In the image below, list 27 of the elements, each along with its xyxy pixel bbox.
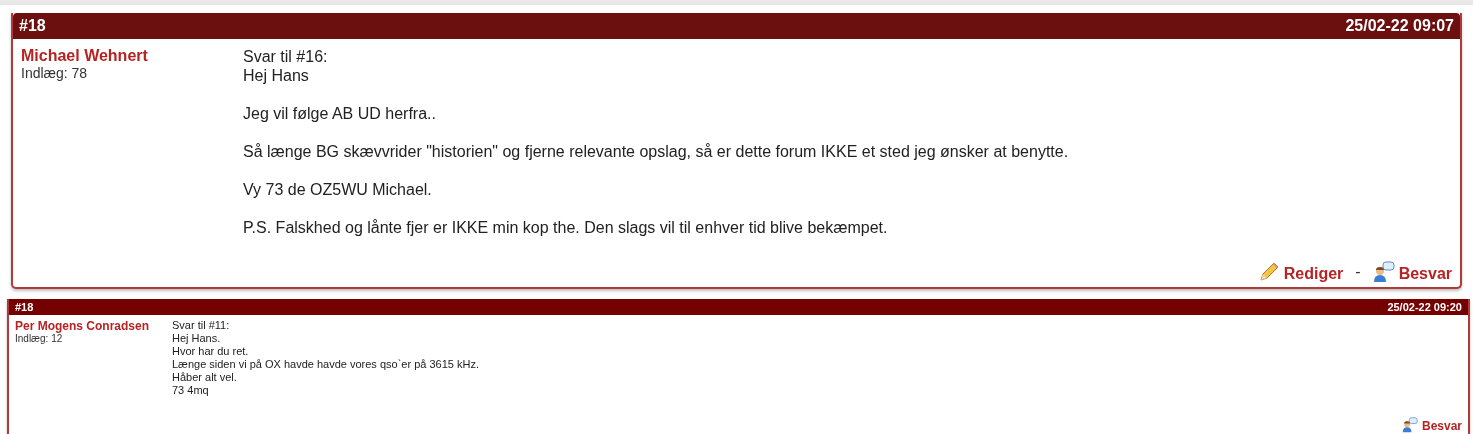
message-line: Håber alt vel.: [172, 371, 237, 384]
message-line: Jeg vil følge AB UD herfra..: [243, 104, 436, 123]
author-name[interactable]: Per Mogens Conradsen: [15, 319, 150, 333]
post-number: #18: [19, 17, 46, 35]
message-line: Hej Hans: [243, 66, 309, 85]
post-timestamp: 25/02-22 09:07: [1345, 17, 1454, 35]
person-speech-icon: [1401, 417, 1418, 433]
message-line: P.S. Falskhed og lånte fjer er IKKE min kop the. Den slags vil til enhver tid blive bekæmpet.: [243, 218, 888, 237]
post-number: #18: [15, 301, 34, 313]
message-line: Hej Hans.: [172, 332, 221, 345]
post-timestamp: 25/02-22 09:20: [1387, 301, 1462, 313]
edit-link[interactable]: Rediger: [1257, 261, 1344, 283]
separator-text: -: [1355, 263, 1361, 281]
author-name[interactable]: Michael Wehnert: [21, 47, 148, 65]
message-line: 73 4mq: [172, 384, 209, 397]
pencil-icon: [1257, 261, 1280, 283]
post-count: Indlæg: 12: [15, 333, 63, 344]
message-line: Hvor har du ret.: [172, 345, 249, 358]
person-speech-icon: [1372, 261, 1395, 283]
reply-link[interactable]: Besvar: [1372, 261, 1452, 283]
message-line: Svar til #11:: [172, 319, 230, 332]
reply-link[interactable]: Besvar: [1401, 417, 1462, 433]
post-count: Indlæg: 78: [21, 65, 88, 81]
message-line: Svar til #16:: [243, 47, 328, 66]
message-line: Vy 73 de OZ5WU Michael.: [243, 180, 432, 199]
message-line: Længe siden vi på OX havde havde vores qso`er på 3615 kHz.: [172, 358, 479, 371]
message-line: Så længe BG skævvrider "historien" og fjerne relevante opslag, så er dette forum IKKE et sted jeg ønsker at benytte.: [243, 142, 1069, 161]
